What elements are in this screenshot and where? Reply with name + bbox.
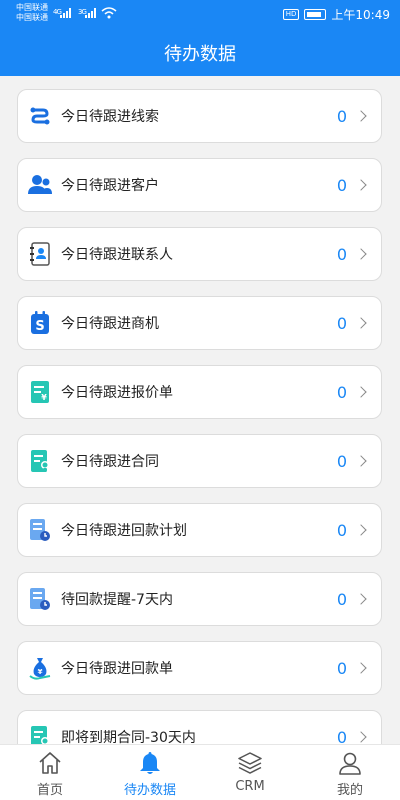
todo-item-count: 0 [336, 727, 347, 745]
bell-icon [140, 752, 160, 774]
contact-book-icon [28, 242, 52, 266]
todo-item-count: 0 [336, 382, 347, 402]
todo-item-opportunities[interactable]: S 今日待跟进商机 0 [17, 296, 382, 350]
tab-todo[interactable]: 待办数据 [100, 745, 200, 800]
todo-item-count: 0 [336, 658, 347, 678]
tab-label: 首页 [36, 783, 63, 798]
todo-item-label: 今日待跟进合同 [61, 454, 159, 470]
chevron-right-icon [355, 593, 367, 605]
chevron-right-icon [355, 455, 367, 467]
opportunity-icon: S [28, 311, 52, 335]
todo-item-count: 0 [336, 451, 347, 471]
battery-icon [304, 9, 327, 20]
clock: 上午10:49 [331, 8, 390, 22]
contract-icon [28, 449, 52, 473]
todo-item-label: 今日待跟进线索 [61, 109, 159, 125]
todo-item-count: 0 [336, 244, 347, 264]
todo-item-label: 即将到期合同-30天内 [61, 730, 196, 744]
chevron-right-icon [355, 110, 367, 122]
chevron-right-icon [355, 662, 367, 674]
home-icon [39, 752, 61, 774]
todo-item-label: 待回款提醒-7天内 [61, 592, 173, 608]
tab-home[interactable]: 首页 [0, 745, 100, 800]
todo-item-payment-receipts[interactable]: ¥ 今日待跟进回款单 0 [17, 641, 382, 695]
chevron-right-icon [355, 386, 367, 398]
expiring-contract-icon [28, 725, 52, 744]
tab-label: 我的 [336, 783, 363, 798]
todo-item-label: 今日待跟进联系人 [61, 247, 173, 263]
todo-item-count: 0 [336, 313, 347, 333]
todo-item-payment-reminder[interactable]: 待回款提醒-7天内 0 [17, 572, 382, 626]
customer-icon [28, 173, 52, 197]
lead-icon [28, 104, 52, 128]
todo-item-count: 0 [336, 175, 347, 195]
user-icon [339, 752, 361, 775]
todo-item-payment-plans[interactable]: 今日待跟进回款计划 0 [17, 503, 382, 557]
carrier-1: 中国联通 [16, 3, 48, 12]
quote-icon: ¥ [28, 380, 52, 404]
tab-mine[interactable]: 我的 [300, 745, 400, 800]
svg-text:S: S [35, 319, 44, 334]
todo-item-count: 0 [336, 106, 347, 126]
payment-reminder-icon [28, 587, 52, 611]
payment-plan-icon [28, 518, 52, 542]
todo-item-expiring-contracts[interactable]: 即将到期合同-30天内 0 [17, 710, 382, 744]
todo-item-label: 今日待跟进回款计划 [61, 523, 187, 539]
status-bar: 中国联通 中国联通 4G 3G HD 上午10:49 [0, 0, 400, 30]
layers-icon [238, 752, 262, 774]
carrier-2: 中国联通 [16, 13, 48, 22]
tab-label: 待办数据 [123, 783, 176, 798]
todo-list: 今日待跟进线索 0 今日待跟进客户 0 今日待跟进联系人 0 S 今日待跟进商机… [0, 76, 400, 744]
status-right: HD 上午10:49 [282, 6, 390, 23]
todo-item-quotes[interactable]: ¥ 今日待跟进报价单 0 [17, 365, 382, 419]
chevron-right-icon [355, 524, 367, 536]
signal-1-icon [60, 8, 71, 18]
todo-item-count: 0 [336, 520, 347, 540]
signal-2-icon [85, 8, 96, 18]
todo-item-label: 今日待跟进报价单 [61, 385, 173, 401]
carrier-labels: 中国联通 中国联通 [16, 3, 48, 23]
tab-label: CRM [235, 779, 265, 794]
chevron-right-icon [355, 317, 367, 329]
bottom-tab-bar: 首页 待办数据 CRM 我的 [0, 744, 400, 800]
chevron-right-icon [355, 248, 367, 260]
todo-item-contracts[interactable]: 今日待跟进合同 0 [17, 434, 382, 488]
todo-item-label: 今日待跟进商机 [61, 316, 159, 332]
todo-item-label: 今日待跟进客户 [61, 178, 159, 194]
page-title: 待办数据 [164, 44, 236, 65]
svg-text:¥: ¥ [38, 668, 43, 676]
todo-item-customers[interactable]: 今日待跟进客户 0 [17, 158, 382, 212]
wifi-icon [101, 7, 117, 19]
todo-item-count: 0 [336, 589, 347, 609]
chevron-right-icon [355, 179, 367, 191]
chevron-right-icon [355, 731, 367, 743]
money-bag-icon: ¥ [28, 656, 52, 680]
hd-badge: HD [282, 9, 300, 20]
tab-crm[interactable]: CRM [200, 745, 300, 800]
svg-text:¥: ¥ [41, 393, 47, 402]
todo-item-contacts[interactable]: 今日待跟进联系人 0 [17, 227, 382, 281]
todo-item-label: 今日待跟进回款单 [61, 661, 173, 677]
top-bar: 中国联通 中国联通 4G 3G HD 上午10:49 待办数据 [0, 0, 400, 76]
todo-item-leads[interactable]: 今日待跟进线索 0 [17, 89, 382, 143]
